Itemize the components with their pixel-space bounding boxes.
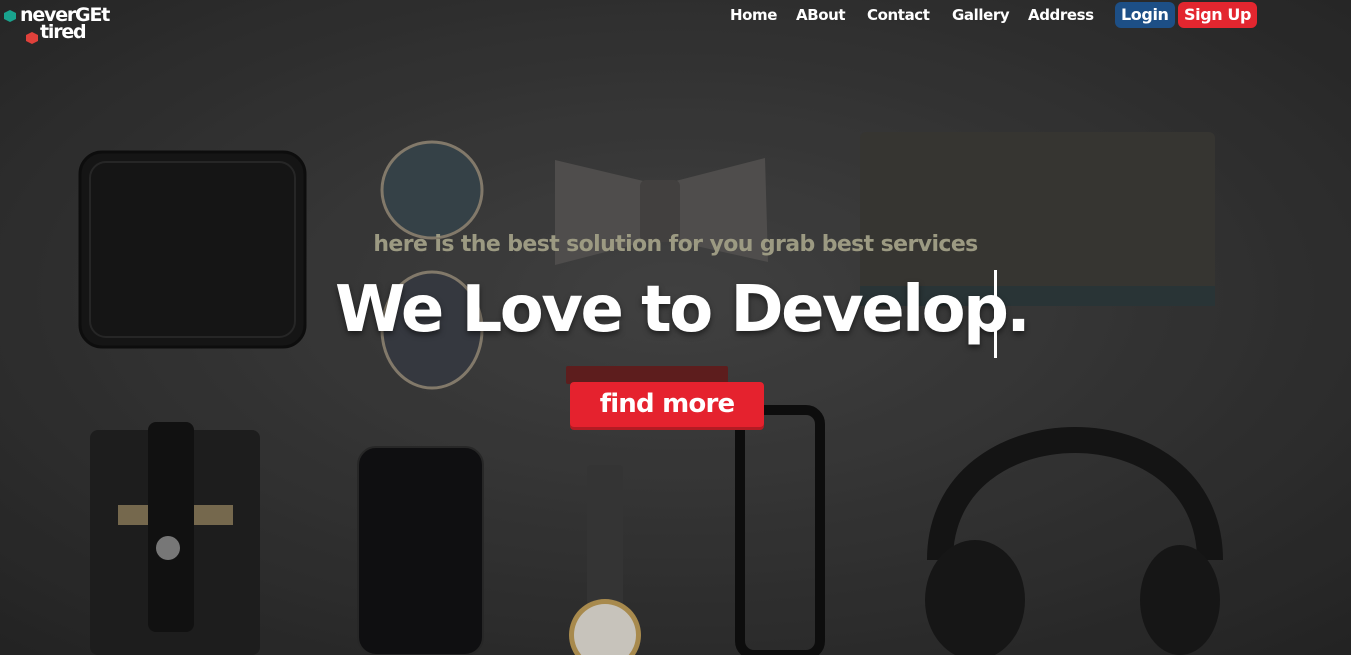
logo-text-line2: tired xyxy=(40,21,87,43)
hero-tagline: here is the best solution for you grab b… xyxy=(373,232,978,257)
login-button[interactable]: Login xyxy=(1115,2,1175,28)
nav-home-link[interactable]: Home xyxy=(730,2,777,28)
hero-headline: We Love to Develop. xyxy=(335,273,1031,347)
typing-caret xyxy=(994,270,997,358)
find-more-button[interactable]: find more xyxy=(570,382,764,427)
logo-teal-gem-icon xyxy=(4,10,16,22)
nav-address-link[interactable]: Address xyxy=(1028,2,1094,28)
signup-button[interactable]: Sign Up xyxy=(1178,2,1258,28)
site-logo[interactable]: neverGEt tired xyxy=(4,4,134,44)
logo-red-gem-icon xyxy=(26,32,38,44)
nav-gallery-link[interactable]: Gallery xyxy=(952,2,1010,28)
nav-about-link[interactable]: ABout xyxy=(796,2,846,28)
nav-contact-link[interactable]: Contact xyxy=(867,2,930,28)
